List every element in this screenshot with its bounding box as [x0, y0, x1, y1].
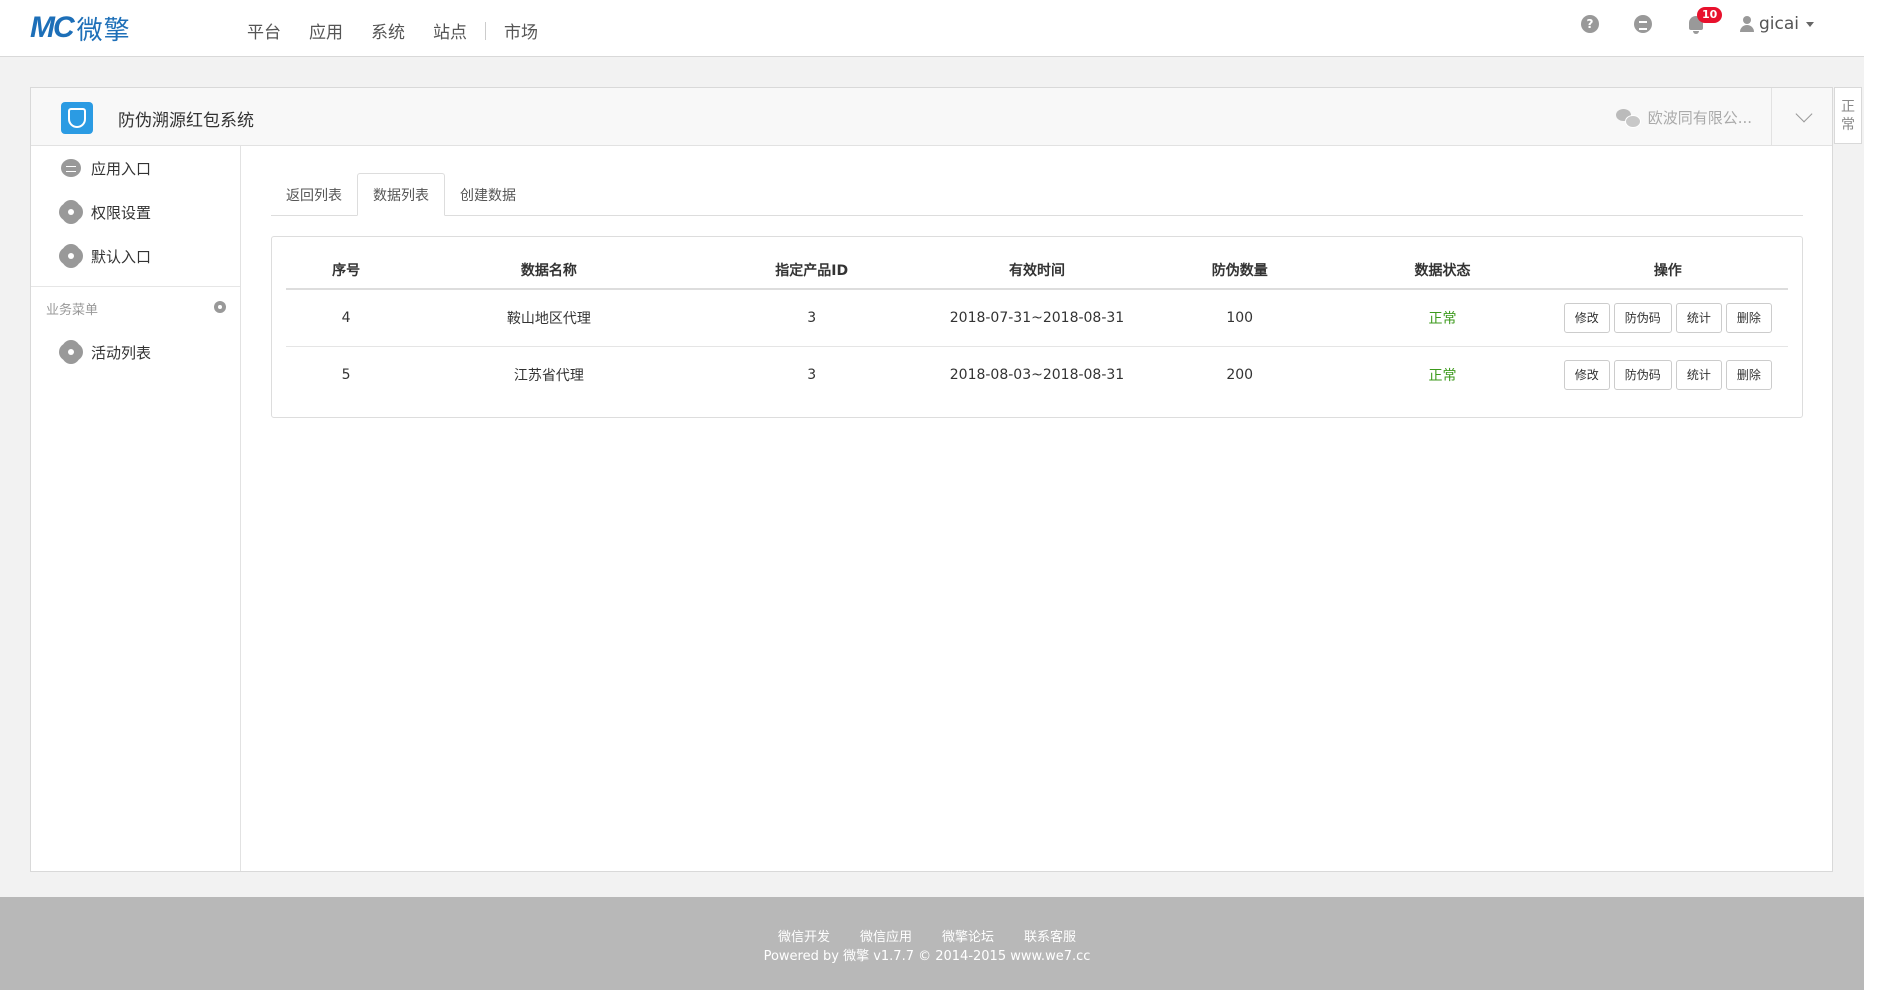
cell-id: 4 [286, 289, 407, 347]
nav-platform[interactable]: 平台 [247, 18, 281, 43]
caret-down-icon [1806, 21, 1814, 27]
col-header-quantity: 防伪数量 [1142, 237, 1338, 290]
scrollbar[interactable] [1864, 0, 1880, 990]
cell-status: 正常 [1428, 367, 1457, 384]
logo-mark: MC [30, 11, 75, 44]
sidebar-item-label: 活动列表 [91, 343, 152, 362]
col-header-actions: 操作 [1547, 237, 1788, 290]
edit-button[interactable]: 修改 [1563, 359, 1610, 390]
cell-name: 江苏省代理 [513, 367, 584, 384]
sidebar-item-label: 默认入口 [91, 247, 152, 266]
sidebar-section-title: 业务菜单 [46, 303, 99, 318]
table-row: 4 鞍山地区代理 3 2018-07-31~2018-08-31 100 正常 … [286, 289, 1788, 347]
side-tab-char: 正 [1841, 98, 1855, 115]
footer-link-forum[interactable]: 微擎论坛 [942, 926, 994, 945]
user-icon [1739, 16, 1754, 32]
stats-button[interactable]: 统计 [1675, 359, 1722, 390]
anti-fake-code-button[interactable]: 防伪码 [1613, 302, 1672, 333]
logo[interactable]: MC 微擎 [30, 11, 131, 46]
sidebar-item-permissions[interactable]: 权限设置 [31, 190, 240, 234]
gear-icon [61, 342, 81, 362]
cell-name: 鞍山地区代理 [406, 289, 692, 347]
message-icon[interactable] [1633, 15, 1652, 33]
sidebar-item-label: 应用入口 [91, 159, 152, 178]
gear-icon [61, 202, 81, 222]
nav-site[interactable]: 站点 [433, 18, 467, 43]
cell-id: 5 [341, 366, 351, 383]
side-status-tab[interactable]: 正 常 [1834, 87, 1862, 144]
cell-status: 正常 [1337, 289, 1548, 347]
chevron-down-icon[interactable] [1795, 105, 1813, 123]
main-nav: 平台 应用 系统 站点 市场 [247, 18, 566, 43]
section-gear-icon[interactable] [214, 301, 226, 313]
col-header-id: 序号 [286, 237, 407, 290]
col-header-period: 有效时间 [931, 237, 1143, 290]
tab-data-list[interactable]: 数据列表 [357, 173, 445, 216]
side-tab-char: 常 [1841, 116, 1855, 133]
anti-fake-code-button[interactable]: 防伪码 [1613, 359, 1672, 390]
sidebar-item-activity-list[interactable]: 活动列表 [31, 330, 240, 374]
gear-icon [61, 246, 81, 266]
top-navbar: MC 微擎 平台 应用 系统 站点 市场 ? 10 gicai [0, 0, 1864, 57]
sidebar: 应用入口 权限设置 默认入口 业务菜单 活动列表 [31, 146, 241, 871]
footer-link-wechat-dev[interactable]: 微信开发 [778, 926, 830, 945]
stats-button[interactable]: 统计 [1675, 302, 1722, 333]
cell-actions: 修改 防伪码 统计 删除 [1547, 289, 1788, 347]
cell-quantity: 100 [1142, 289, 1338, 347]
sidebar-section-business: 业务菜单 [31, 286, 240, 330]
username: gicai [1758, 14, 1799, 34]
wechat-icon [1615, 108, 1641, 128]
content-area: 返回列表 数据列表 创建数据 序号 数据名称 指定产品ID 有效时间 防伪数量 … [271, 173, 1803, 418]
cell-actions: 修改 防伪码 统计 删除 [1548, 346, 1788, 403]
footer-copyright: Powered by 微擎 v1.7.7 © 2014-2015 www.we7… [763, 949, 1091, 964]
cell-product-id: 3 [807, 366, 817, 383]
data-table: 序号 数据名称 指定产品ID 有效时间 防伪数量 数据状态 操作 4 鞍山地区代… [286, 237, 1788, 403]
notification-badge: 10 [1696, 7, 1723, 23]
tab-back-to-list[interactable]: 返回列表 [271, 173, 357, 216]
user-menu[interactable]: gicai [1739, 14, 1814, 34]
delete-button[interactable]: 删除 [1725, 359, 1772, 390]
sidebar-item-label: 权限设置 [91, 203, 152, 222]
cell-quantity: 200 [1226, 366, 1254, 383]
cell-product-id: 3 [691, 289, 932, 347]
account-name: 欧波同有限公... [1647, 109, 1752, 127]
cell-period: 2018-07-31~2018-08-31 [931, 289, 1143, 347]
nav-system[interactable]: 系统 [371, 18, 405, 43]
col-header-product-id: 指定产品ID [691, 237, 932, 290]
shield-icon [61, 102, 93, 134]
footer-links: 微信开发 微信应用 微擎论坛 联系客服 [0, 926, 1864, 945]
navbar-right: ? 10 gicai [1546, 7, 1814, 34]
notification-button[interactable]: 10 [1687, 7, 1723, 34]
col-header-name: 数据名称 [406, 237, 692, 290]
delete-button[interactable]: 删除 [1725, 302, 1772, 333]
header-divider [1771, 88, 1772, 146]
cell-period: 2018-08-03~2018-08-31 [949, 366, 1125, 383]
app-title: 防伪溯源红包系统 [118, 111, 254, 131]
logo-text: 微擎 [76, 15, 131, 46]
sidebar-item-app-entry[interactable]: 应用入口 [31, 146, 240, 190]
nav-apps[interactable]: 应用 [309, 18, 343, 43]
tab-create-data[interactable]: 创建数据 [445, 173, 531, 216]
footer-link-support[interactable]: 联系客服 [1024, 926, 1076, 945]
data-table-container: 序号 数据名称 指定产品ID 有效时间 防伪数量 数据状态 操作 4 鞍山地区代… [271, 236, 1803, 418]
app-header: 防伪溯源红包系统 欧波同有限公... [31, 88, 1832, 146]
nav-divider [485, 21, 486, 40]
table-header-row: 序号 数据名称 指定产品ID 有效时间 防伪数量 数据状态 操作 [286, 237, 1788, 290]
tab-bar: 返回列表 数据列表 创建数据 [271, 173, 1803, 216]
nav-market[interactable]: 市场 [504, 18, 538, 43]
chat-icon [61, 159, 81, 177]
col-header-status: 数据状态 [1337, 237, 1548, 290]
table-row: 5 江苏省代理 3 2018-08-03~2018-08-31 200 正常 修… [286, 346, 1788, 403]
sidebar-item-default-entry[interactable]: 默认入口 [31, 234, 240, 278]
edit-button[interactable]: 修改 [1563, 302, 1610, 333]
footer: 微信开发 微信应用 微擎论坛 联系客服 Powered by 微擎 v1.7.7… [0, 897, 1864, 990]
footer-link-wechat-apps[interactable]: 微信应用 [860, 926, 912, 945]
help-icon[interactable]: ? [1580, 15, 1599, 33]
account-switcher[interactable]: 欧波同有限公... [1615, 107, 1752, 128]
